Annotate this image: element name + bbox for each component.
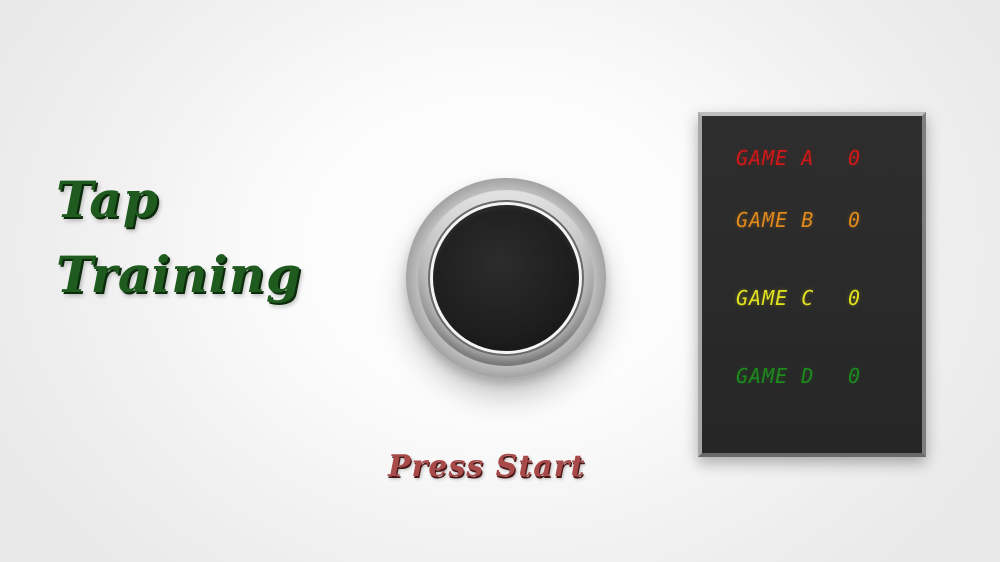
game-c-score: 0: [848, 286, 861, 310]
score-row-game-b: GAME B 0: [736, 210, 860, 230]
press-start-prompt[interactable]: Press Start: [388, 452, 585, 482]
tap-button[interactable]: [406, 178, 606, 378]
game-a-label: GAME A: [736, 146, 815, 170]
score-row-game-a: GAME A 0: [736, 148, 860, 168]
game-a-score: 0: [848, 146, 861, 170]
tap-button-bezel: [418, 190, 594, 366]
game-b-label: GAME B: [736, 208, 815, 232]
game-d-score: 0: [848, 364, 861, 388]
game-c-label: GAME C: [736, 286, 815, 310]
game-b-score: 0: [848, 208, 861, 232]
game-d-label: GAME D: [736, 364, 815, 388]
game-title-line-2: Training: [56, 245, 302, 304]
game-title-line-1: Tap: [56, 170, 159, 229]
score-row-game-d: GAME D 0: [736, 366, 860, 386]
round-push-button-icon[interactable]: [433, 205, 579, 351]
score-row-game-c: GAME C 0: [736, 288, 860, 308]
scoreboard-panel: GAME A 0 GAME B 0 GAME C 0 GAME D 0: [698, 112, 926, 457]
